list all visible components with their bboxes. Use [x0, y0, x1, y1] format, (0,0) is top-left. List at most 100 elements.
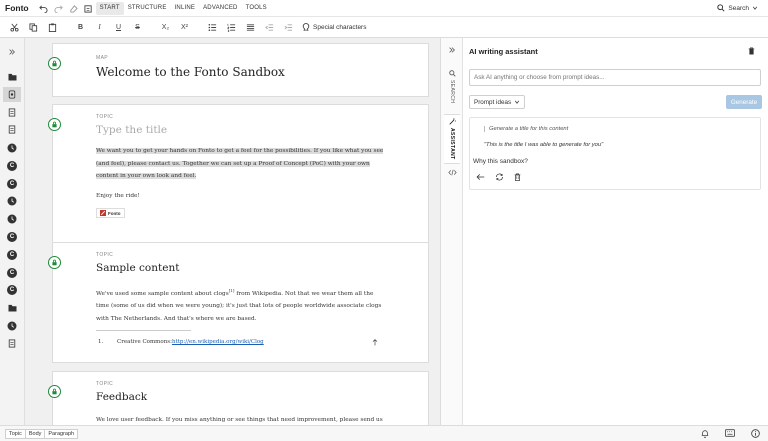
tab-tools[interactable]: TOOLS	[242, 2, 271, 15]
fonto-badge-image[interactable]: Fonto	[96, 208, 125, 218]
tab-search-label: SEARCH	[449, 80, 455, 104]
italic-button[interactable]: I	[90, 18, 109, 37]
outline-rail: C C C C C C	[0, 38, 25, 425]
paragraph-line: content in your own look and feel.	[96, 173, 197, 179]
breadcrumb-item[interactable]: Body	[25, 428, 46, 439]
side-panel-tabs: SEARCH ASSISTANT	[441, 38, 463, 425]
tab-search[interactable]: SEARCH	[444, 70, 460, 103]
info-icon[interactable]	[751, 429, 760, 438]
map-card[interactable]: MAP Welcome to the Fonto Sandbox	[48, 43, 429, 97]
bell-icon[interactable]	[701, 429, 709, 438]
topic-card-feedback[interactable]: TOPIC Feedback We love user feedback. If…	[48, 371, 429, 425]
map-title[interactable]: Welcome to the Fonto Sandbox	[96, 65, 285, 79]
topic-title[interactable]: Feedback	[96, 391, 147, 403]
prompt-ideas-label: Prompt ideas	[474, 98, 512, 106]
topic-paragraph-selected[interactable]: We want you to get your hands on Fonto t…	[96, 145, 396, 183]
numbered-list-icon[interactable]	[222, 18, 241, 37]
concept-icon[interactable]: C	[3, 176, 21, 191]
special-characters-button[interactable]: Special characters	[302, 23, 366, 31]
search-icon	[717, 4, 725, 12]
footnote-divider	[96, 330, 191, 331]
underline-button[interactable]: U	[109, 18, 128, 37]
concept-icon[interactable]: C	[3, 282, 21, 297]
breadcrumb-item[interactable]: Paragraph	[45, 428, 79, 439]
magic-wand-icon	[448, 118, 456, 125]
topic-title[interactable]: Sample content	[96, 262, 179, 274]
breadcrumb-item[interactable]: Topic	[5, 428, 26, 439]
trash-icon[interactable]	[514, 173, 521, 181]
ask-ai-input[interactable]	[469, 69, 761, 86]
tab-assistant[interactable]: ASSISTANT	[444, 114, 460, 164]
topic-kind-label: TOPIC	[96, 252, 114, 258]
collapse-panel-icon[interactable]	[444, 46, 460, 54]
history-icon[interactable]	[3, 140, 21, 155]
document-settings-icon[interactable]	[81, 1, 96, 16]
paste-icon[interactable]	[43, 18, 62, 37]
code-view-icon[interactable]	[444, 169, 460, 176]
concept-icon[interactable]: C	[3, 229, 21, 244]
bullet-list-icon[interactable]	[203, 18, 222, 37]
topic-paragraph[interactable]: We love user feedback. If you miss anyth…	[96, 414, 396, 425]
superscript-button[interactable]: X²	[175, 18, 194, 37]
folder-icon[interactable]	[3, 300, 21, 315]
tab-start[interactable]: START	[95, 1, 124, 15]
tab-structure[interactable]: STRUCTURE	[124, 2, 171, 15]
regenerate-icon[interactable]	[495, 173, 504, 181]
indent-icon[interactable]	[279, 18, 298, 37]
footnote-number: 1.	[98, 339, 104, 345]
arrow-up-icon[interactable]	[372, 339, 378, 346]
copy-icon[interactable]	[24, 18, 43, 37]
assistant-question-text[interactable]: Why this sandbox?	[473, 158, 528, 165]
align-icon[interactable]	[241, 18, 260, 37]
topic-paragraph[interactable]: We've used some sample content about clo…	[96, 285, 396, 325]
redo-icon[interactable]	[51, 1, 66, 16]
topic-card-sample-content[interactable]: TOPIC Sample content We've used some sam…	[48, 242, 429, 363]
document-icon[interactable]	[3, 105, 21, 120]
document-icon[interactable]	[3, 122, 21, 137]
lock-icon[interactable]	[48, 57, 61, 70]
footnote-item[interactable]: 1. Creative Commons: http://en.wikipedia…	[96, 339, 264, 345]
document-icon[interactable]	[3, 336, 21, 351]
tab-advanced[interactable]: ADVANCED	[199, 2, 242, 15]
trash-icon[interactable]	[748, 47, 755, 55]
subscript-button[interactable]: X₂	[156, 18, 175, 37]
search-button[interactable]: Search	[717, 4, 758, 12]
topic-title-placeholder[interactable]: Type the title	[96, 124, 167, 136]
topic-paragraph[interactable]: Enjoy the ride!	[96, 190, 386, 203]
lock-icon[interactable]	[48, 118, 61, 131]
concept-icon[interactable]: C	[3, 247, 21, 262]
collapse-outline-icon[interactable]	[3, 44, 21, 59]
fonto-badge-label: Fonto	[108, 210, 121, 216]
history-icon[interactable]	[3, 211, 21, 226]
eraser-icon[interactable]	[66, 1, 81, 16]
assistant-answer-card: Generate a title for this content "This …	[469, 117, 761, 190]
outdent-icon[interactable]	[260, 18, 279, 37]
document-active-icon[interactable]	[3, 87, 21, 102]
back-arrow-icon[interactable]	[476, 173, 485, 181]
concept-icon[interactable]: C	[3, 265, 21, 280]
assistant-generated-text[interactable]: "This is the title I was able to generat…	[484, 142, 603, 148]
search-label: Search	[728, 4, 749, 12]
editor-canvas: MAP Welcome to the Fonto Sandbox TOPIC T…	[26, 38, 440, 425]
footnote-link[interactable]: http://en.wikipedia.org/wiki/Clog	[172, 339, 264, 345]
bold-button[interactable]: B	[71, 18, 90, 37]
chevron-down-icon	[752, 6, 758, 10]
undo-icon[interactable]	[36, 1, 51, 16]
lock-icon[interactable]	[48, 256, 61, 269]
cut-icon[interactable]	[5, 18, 24, 37]
keyboard-icon[interactable]	[725, 429, 735, 438]
app-logo: Fonto	[5, 3, 29, 13]
topic-kind-label: TOPIC	[96, 114, 114, 120]
paragraph-line: We want you to get your hands on Fonto t…	[96, 148, 384, 154]
history-icon[interactable]	[3, 318, 21, 333]
prompt-ideas-dropdown[interactable]: Prompt ideas	[469, 95, 526, 109]
generate-button[interactable]: Generate	[726, 95, 762, 109]
history-icon[interactable]	[3, 193, 21, 208]
concept-icon[interactable]: C	[3, 158, 21, 173]
lock-icon[interactable]	[48, 385, 61, 398]
tab-inline[interactable]: INLINE	[171, 2, 200, 15]
omega-icon	[302, 23, 310, 31]
special-characters-label: Special characters	[313, 23, 367, 31]
strikethrough-button[interactable]: S	[128, 18, 147, 37]
folder-icon[interactable]	[3, 69, 21, 84]
